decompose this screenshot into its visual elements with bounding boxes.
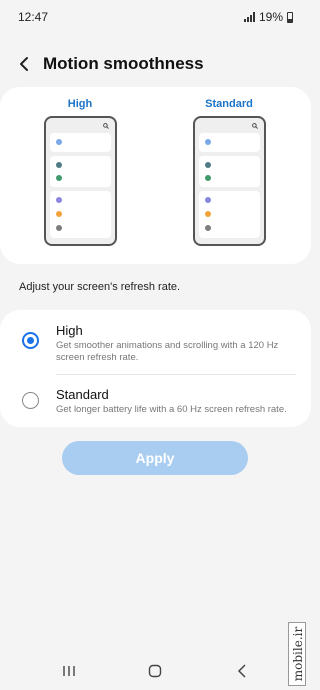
search-icon: [252, 123, 258, 129]
navigation-bar: [0, 650, 311, 690]
status-time: 12:47: [18, 10, 49, 24]
preview-block: [50, 191, 111, 238]
home-button[interactable]: [146, 662, 164, 680]
preview-card: High Standard: [0, 87, 311, 264]
battery-percent: 19%: [258, 10, 283, 24]
back-icon: [237, 664, 246, 678]
radio-high[interactable]: [22, 332, 39, 349]
recents-button[interactable]: [60, 662, 78, 680]
preview-block: [199, 133, 260, 152]
option-title: High: [56, 323, 83, 338]
preview-block: [199, 191, 260, 238]
option-description: Get smoother animations and scrolling wi…: [56, 340, 279, 363]
option-high[interactable]: High Get smoother animations and scrolli…: [0, 310, 311, 374]
refresh-rate-subtitle: Adjust your screen's refresh rate.: [19, 281, 181, 293]
chevron-left-icon: [20, 57, 28, 71]
battery-icon: [287, 11, 293, 23]
signal-icon: [243, 12, 255, 22]
preview-block: [50, 156, 111, 187]
home-icon: [148, 664, 162, 678]
option-standard[interactable]: Standard Get longer battery life with a …: [0, 375, 311, 427]
status-icons: 19%: [243, 10, 293, 24]
app-header: Motion smoothness: [0, 44, 311, 84]
refresh-rate-options: High Get smoother animations and scrolli…: [0, 310, 311, 427]
preview-label-standard: Standard: [205, 98, 253, 110]
option-description: Get longer battery life with a 60 Hz scr…: [56, 404, 287, 415]
option-title: Standard: [56, 387, 109, 402]
search-icon: [103, 123, 109, 129]
back-button[interactable]: [12, 52, 36, 76]
nav-back-button[interactable]: [233, 662, 251, 680]
preview-block: [199, 156, 260, 187]
status-bar: 12:47 19%: [0, 0, 311, 32]
apply-button[interactable]: Apply: [62, 441, 248, 475]
page-title: Motion smoothness: [43, 54, 204, 73]
preview-block: [50, 133, 111, 152]
phone-preview-standard: [193, 116, 266, 246]
phone-preview-high: [44, 116, 117, 246]
recents-icon: [63, 666, 75, 676]
preview-label-high: High: [67, 98, 93, 110]
radio-standard[interactable]: [22, 392, 39, 409]
